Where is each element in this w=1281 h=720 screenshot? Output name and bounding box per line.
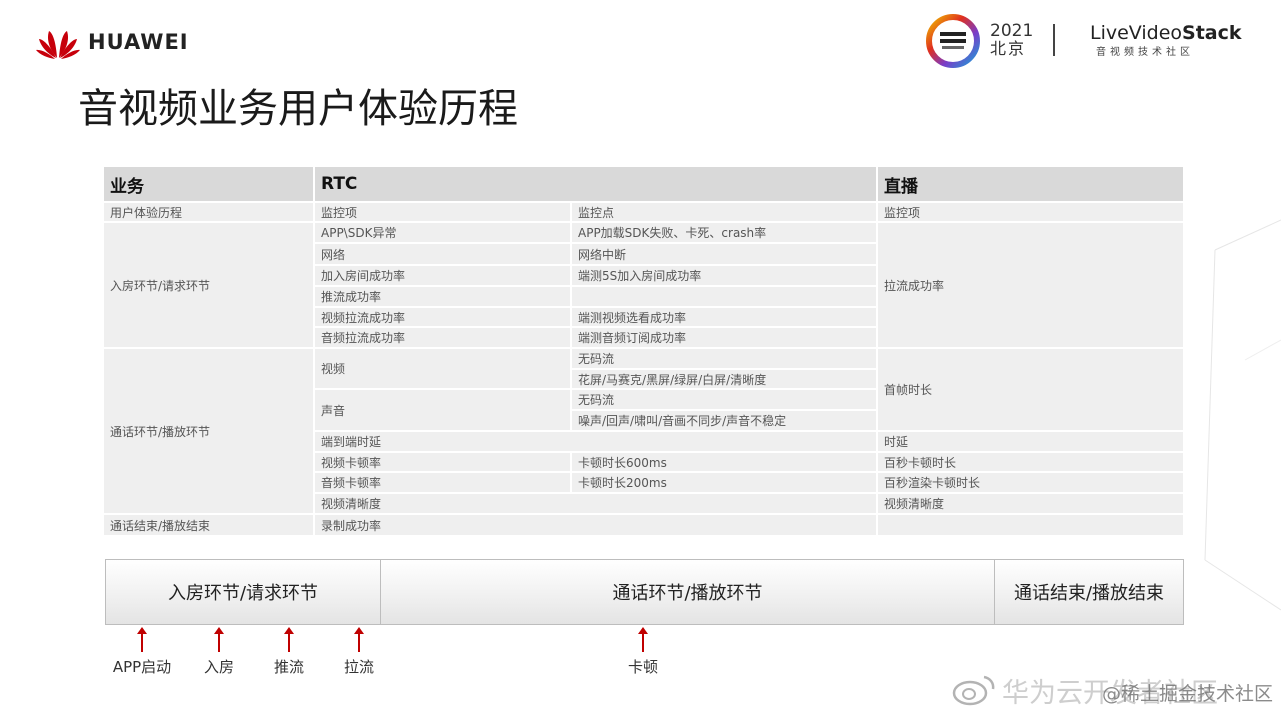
subheader-rtc-point: 监控点 xyxy=(572,203,876,221)
phase-call: 通话环节/播放环节 xyxy=(381,560,995,624)
rtc-item-join-rate: 加入房间成功率 xyxy=(315,266,570,285)
rtc-point-video-stall: 卡顿时长600ms xyxy=(572,453,876,471)
up-arrow-icon xyxy=(137,627,147,652)
live-item-latency: 时延 xyxy=(878,432,1183,451)
phase-join: 入房环节/请求环节 xyxy=(106,560,381,624)
phase-bar: 入房环节/请求环节 通话环节/播放环节 通话结束/播放结束 xyxy=(105,559,1184,625)
live-item-first-frame: 首帧时长 xyxy=(878,349,1183,430)
rtc-item-video: 视频 xyxy=(315,349,570,388)
header-rtc: RTC xyxy=(315,167,876,201)
rtc-item-audio-pull-rate: 音频拉流成功率 xyxy=(315,328,570,347)
huawei-wordmark: HUAWEI xyxy=(88,30,189,54)
rtc-point-video-pull-rate: 端测视频选看成功率 xyxy=(572,308,876,326)
rtc-item-push-rate: 推流成功率 xyxy=(315,287,570,306)
up-arrow-icon xyxy=(214,627,224,652)
subheader-rtc-item: 监控项 xyxy=(315,203,570,221)
rtc-point-app-sdk: APP加载SDK失败、卡死、crash率 xyxy=(572,223,876,242)
watermark-subtext: @稀土掘金技术社区 xyxy=(1102,683,1274,705)
rtc-item-record-rate: 录制成功率 xyxy=(315,515,876,535)
header-business: 业务 xyxy=(104,167,313,201)
watermark: 华为云开发者社区 @稀土掘金技术社区 xyxy=(952,672,1273,709)
marker-label: 推流 xyxy=(273,658,304,676)
huawei-logo: HUAWEI xyxy=(36,24,189,60)
rtc-point-audio-1: 无码流 xyxy=(572,390,876,409)
marker-label: 拉流 xyxy=(343,658,374,676)
rtc-item-network: 网络 xyxy=(315,244,570,264)
rtc-point-audio-pull-rate: 端测音频订阅成功率 xyxy=(572,328,876,347)
header-divider xyxy=(1053,24,1055,56)
group-call: 通话环节/播放环节 xyxy=(104,349,313,513)
marker-join: 入房 xyxy=(179,625,259,678)
livevideostack-logo-pre: LiveVideo xyxy=(1090,22,1183,44)
rtc-item-audio-stall: 音频卡顿率 xyxy=(315,473,570,492)
livevideostack-logo-post: Stack xyxy=(1182,22,1242,44)
header-live: 直播 xyxy=(878,167,1183,201)
marker-label: APP启动 xyxy=(112,658,172,676)
rtc-point-join-rate: 端测5S加入房间成功率 xyxy=(572,266,876,285)
conference-city: 北京 xyxy=(990,39,1027,58)
marker-push: 推流 xyxy=(249,625,329,678)
group-join: 入房环节/请求环节 xyxy=(104,223,313,347)
live-item-render-stall-per-100s: 百秒渲染卡顿时长 xyxy=(878,473,1183,492)
subheader-business: 用户体验历程 xyxy=(104,203,313,221)
rtc-point-video-1: 无码流 xyxy=(572,349,876,368)
up-arrow-icon xyxy=(638,627,648,652)
group-end: 通话结束/播放结束 xyxy=(104,515,313,535)
rtc-item-video-clarity: 视频清晰度 xyxy=(315,494,876,513)
live-item-video-clarity: 视频清晰度 xyxy=(878,494,1183,513)
rtc-item-audio: 声音 xyxy=(315,390,570,430)
huawei-petal-icon xyxy=(36,31,80,59)
rtc-item-video-stall: 视频卡顿率 xyxy=(315,453,570,471)
up-arrow-icon xyxy=(284,627,294,652)
live-item-empty xyxy=(878,515,1183,535)
live-item-pull-rate: 拉流成功率 xyxy=(878,223,1183,347)
rtc-item-video-pull-rate: 视频拉流成功率 xyxy=(315,308,570,326)
livevideostack-subtitle: 音视频技术社区 xyxy=(1096,47,1194,58)
rtc-point-video-2: 花屏/马赛克/黑屏/绿屏/白屏/清晰度 xyxy=(572,370,876,388)
weibo-icon xyxy=(952,675,995,706)
marker-pull: 拉流 xyxy=(319,625,399,678)
marker-stall: 卡顿 xyxy=(603,625,683,678)
page-title: 音视频业务用户体验历程 xyxy=(78,86,518,132)
conference-year: 2021 xyxy=(990,21,1034,41)
phase-end: 通话结束/播放结束 xyxy=(995,560,1183,624)
marker-app-start: APP启动 xyxy=(102,625,182,678)
rtc-point-network: 网络中断 xyxy=(572,244,876,264)
rtc-point-audio-stall: 卡顿时长200ms xyxy=(572,473,876,492)
conference-badge-icon xyxy=(926,14,980,68)
live-item-stall-per-100s: 百秒卡顿时长 xyxy=(878,453,1183,471)
experience-table: 业务 RTC 直播 用户体验历程 监控项 监控点 监控项 入房环节/请求环节 通… xyxy=(104,167,1183,535)
subheader-live-item: 监控项 xyxy=(878,203,1183,221)
rtc-item-e2e-latency: 端到端时延 xyxy=(315,432,876,451)
rtc-point-audio-2: 噪声/回声/啸叫/音画不同步/声音不稳定 xyxy=(572,411,876,430)
livevideostack-logo: LiveVideoStack xyxy=(1090,22,1242,44)
marker-label: 卡顿 xyxy=(627,658,658,676)
marker-label: 入房 xyxy=(203,658,234,676)
up-arrow-icon xyxy=(354,627,364,652)
rtc-point-push-rate xyxy=(572,287,876,306)
rtc-item-app-sdk: APP\SDK异常 xyxy=(315,223,570,242)
